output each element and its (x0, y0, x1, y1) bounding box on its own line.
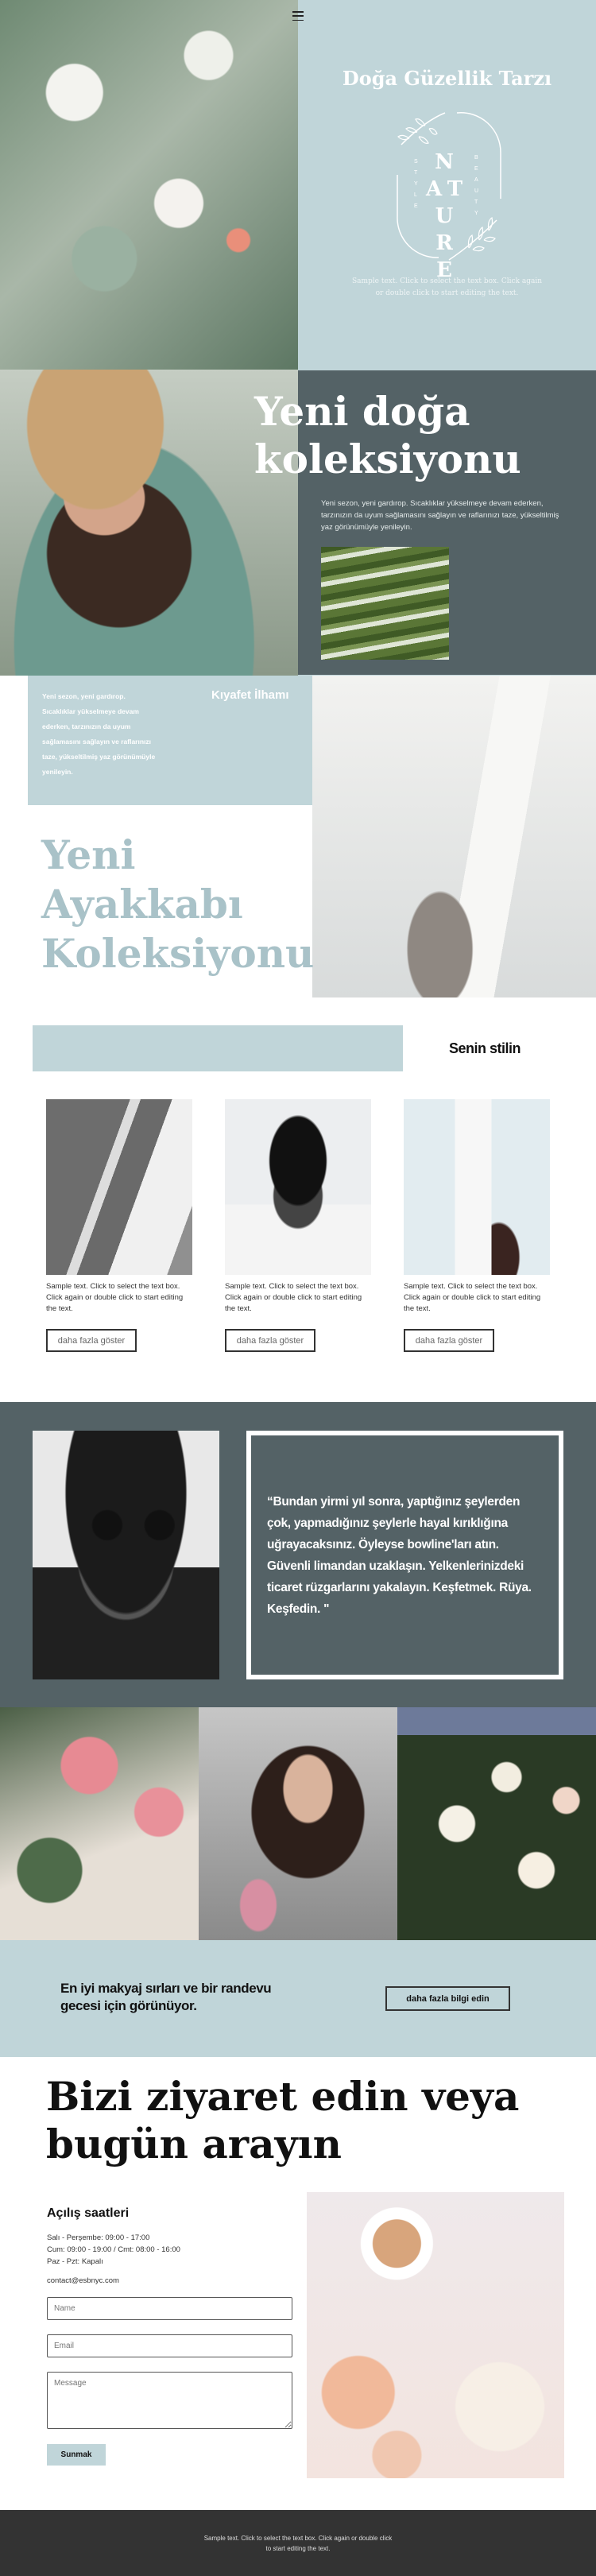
card-photo-white-outfit (404, 1099, 550, 1275)
contact-title-line2: bugün arayın (46, 2121, 342, 2167)
shoes-title-line1: Yeni (41, 831, 136, 878)
hero-title: Doğa Güzellik Tarzı (342, 67, 552, 90)
white-roses-photo (397, 1707, 596, 1940)
style-title: Senin stilin (449, 1040, 521, 1056)
card-photo-street (46, 1099, 192, 1275)
show-more-button[interactable]: daha fazla göster (225, 1329, 315, 1352)
message-textarea[interactable] (47, 2372, 292, 2429)
coffee-flowers-photo (307, 2192, 564, 2478)
hours-line: Salı - Perşembe: 09:00 - 17:00 (47, 2233, 150, 2242)
hero-flower-photo (0, 0, 298, 370)
logo-text-style: STYLE (414, 159, 418, 209)
quote-text: “Bundan yirmi yıl sonra, yaptığınız şeyl… (267, 1494, 532, 1616)
contact-title-line1: Bizi ziyaret edin veya (46, 2073, 520, 2120)
quote-box: “Bundan yirmi yıl sonra, yaptığınız şeyl… (246, 1431, 563, 1679)
woman-hat-photo (0, 370, 298, 676)
name-input[interactable] (47, 2297, 292, 2320)
submit-button[interactable]: Sunmak (47, 2444, 106, 2466)
card-text: Sample text. Click to select the text bo… (404, 1282, 541, 1313)
hours-line: Paz - Pzt: Kapalı (47, 2257, 103, 2266)
hamburger-menu-button[interactable] (292, 11, 304, 21)
card-photo-blindfold (225, 1099, 371, 1275)
collection-title-line1: Yeni doğa (254, 388, 470, 435)
sneaker-photo (312, 676, 596, 997)
nature-logo: NATURE STYLE BEAUTY (393, 105, 505, 282)
hamburger-icon (292, 11, 304, 13)
shoes-title-line3: Koleksiyonu (41, 930, 315, 977)
hero-text: Sample text. Click to select the text bo… (351, 277, 543, 297)
green-leaf-photo (321, 547, 449, 660)
email-input[interactable] (47, 2334, 292, 2357)
show-more-button[interactable]: daha fazla göster (404, 1329, 494, 1352)
card-text: Sample text. Click to select the text bo… (46, 1282, 184, 1313)
shoes-title-line2: Ayakkabı (41, 881, 243, 928)
shoes-title: Yeni Ayakkabı Koleksiyonu (41, 831, 314, 978)
shoes-text: Yeni sezon, yeni gardırop. Sıcaklıklar y… (42, 692, 156, 776)
woman-flower-crown-photo (199, 1707, 397, 1940)
sunglasses-portrait-photo (33, 1431, 219, 1679)
collection-title-line2: koleksiyonu (254, 436, 521, 482)
show-more-button[interactable]: daha fazla göster (46, 1329, 137, 1352)
learn-more-button[interactable]: daha fazla bilgi edin (385, 1986, 510, 2011)
hours-list: Salı - Perşembe: 09:00 - 17:00 Cum: 09:0… (47, 2232, 180, 2268)
shoes-label: Kıyafet İlhamı (211, 688, 289, 702)
hours-title: Açılış saatleri (47, 2206, 130, 2220)
collection-text: Yeni sezon, yeni gardırop. Sıcaklıklar y… (321, 499, 559, 532)
hamburger-icon-line (292, 15, 304, 17)
collection-title: Yeni doğa koleksiyonu (254, 388, 521, 483)
contact-title: Bizi ziyaret edin veya bugün arayın (46, 2073, 519, 2168)
pink-roses-photo (0, 1707, 199, 1940)
cta-text: En iyi makyaj sırları ve bir randevu gec… (60, 1981, 272, 2013)
logo-text-nature: NATURE (425, 150, 470, 282)
hamburger-icon-line (292, 19, 304, 21)
style-banner (33, 1025, 403, 1071)
footer: Sample text. Click to select the text bo… (0, 2510, 596, 2576)
card-text: Sample text. Click to select the text bo… (225, 1282, 362, 1313)
logo-text-beauty: BEAUTY (474, 155, 479, 216)
hours-line: Cum: 09:00 - 19:00 / Cmt: 08:00 - 16:00 (47, 2245, 180, 2254)
contact-email[interactable]: contact@esbnyc.com (47, 2276, 119, 2285)
footer-text: Sample text. Click to select the text bo… (203, 2534, 393, 2552)
